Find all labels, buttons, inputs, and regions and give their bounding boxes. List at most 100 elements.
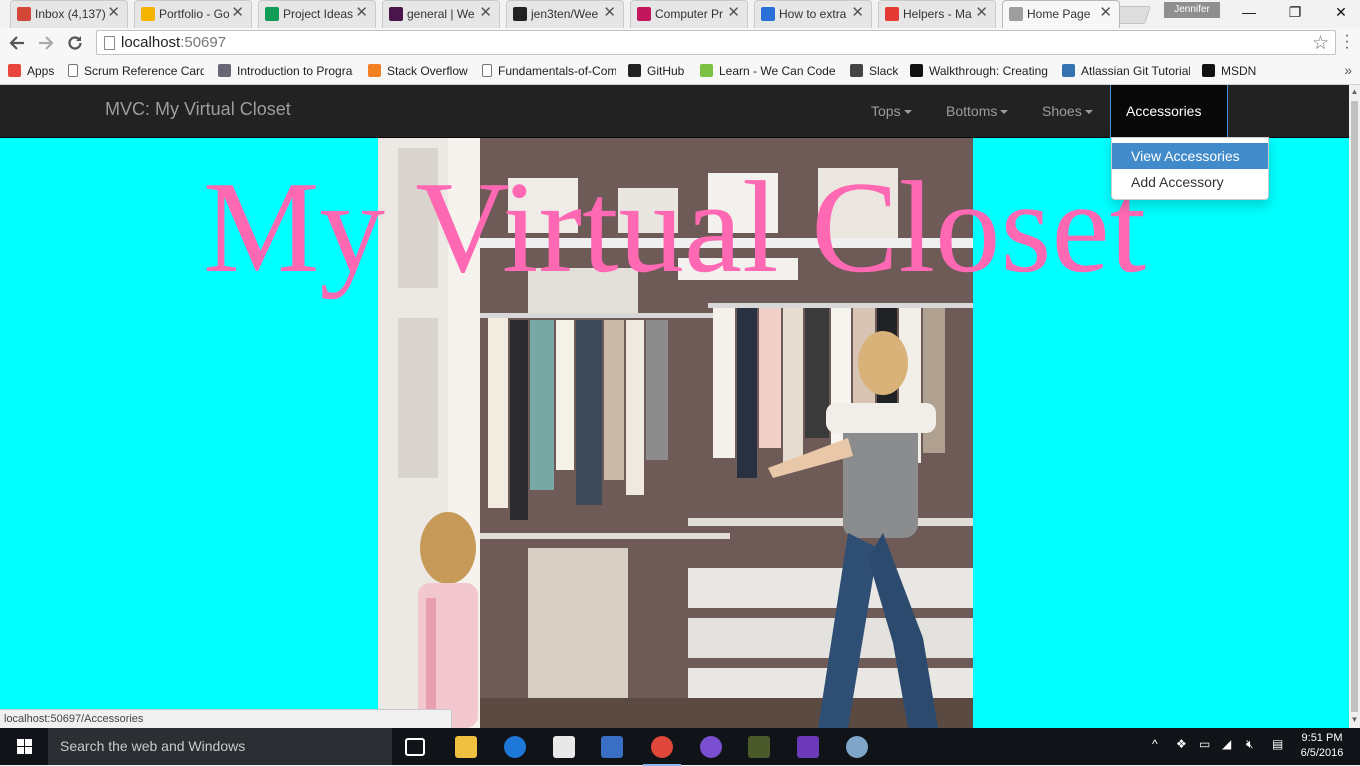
tab-close-icon[interactable]: ✕ (107, 5, 120, 21)
nav-accessories-dropdown[interactable]: Accessories (1110, 85, 1228, 167)
add-accessory-link[interactable]: Add Accessory (1112, 169, 1268, 195)
visual-studio-tools-icon[interactable] (748, 736, 770, 758)
tab-title: How to extra (779, 7, 847, 21)
network-icon[interactable]: ◢ (1222, 737, 1231, 751)
bookmark-label: Learn - We Can Code (719, 64, 836, 78)
remote-desktop-icon[interactable] (601, 736, 623, 758)
browser-tab[interactable]: general | We ✕ (382, 0, 500, 28)
tab-close-icon[interactable]: ✕ (231, 5, 244, 21)
back-arrow-icon (9, 36, 24, 50)
view-accessories-link[interactable]: View Accessories (1112, 143, 1268, 169)
paint-icon[interactable] (846, 736, 868, 758)
nav-label: Bottoms (946, 103, 998, 119)
nav-tops-dropdown[interactable]: Tops (871, 85, 912, 137)
tab-favicon-icon (513, 7, 527, 21)
volume-muted-icon[interactable]: 🔇︎ (1246, 737, 1254, 752)
address-bar[interactable]: localhost:50697 ☆ (96, 30, 1336, 55)
tab-close-icon[interactable]: ✕ (479, 5, 492, 21)
forward-button[interactable] (34, 31, 58, 55)
browser-tab[interactable]: Home Page ✕ (1002, 0, 1120, 28)
tab-favicon-icon (141, 7, 155, 21)
clock-time: 9:51 PM (1301, 732, 1343, 744)
nav-shoes-dropdown[interactable]: Shoes (1042, 85, 1093, 137)
tab-close-icon[interactable]: ✕ (727, 5, 740, 21)
bookmark-label: Atlassian Git Tutorial (1081, 64, 1190, 78)
taskbar-clock[interactable]: 9:51 PM 6/5/2016 (1294, 731, 1350, 761)
scrollbar-thumb[interactable] (1351, 101, 1358, 712)
bookmark-item[interactable]: GitHub (628, 63, 690, 79)
browser-tab[interactable]: Computer Pr ✕ (630, 0, 748, 28)
stackoverflow-icon (368, 64, 381, 77)
store-icon[interactable] (553, 736, 575, 758)
bookmark-item[interactable]: Fundamentals-of-Com (482, 63, 616, 79)
page-icon (482, 64, 492, 77)
caret-down-icon (1084, 110, 1093, 115)
profile-button[interactable]: Jennifer (1164, 2, 1220, 18)
tab-close-icon[interactable]: ✕ (975, 5, 988, 21)
reload-button[interactable] (63, 31, 87, 55)
site-brand-link[interactable]: MVC: My Virtual Closet (105, 99, 291, 120)
browser-toolbar: localhost:50697 ☆ · · · (0, 28, 1360, 58)
task-view-icon[interactable] (405, 738, 425, 756)
tab-close-icon[interactable]: ✕ (851, 5, 864, 21)
bookmark-item[interactable]: Stack Overflow (368, 63, 468, 79)
bookmark-star-icon[interactable]: ☆ (1312, 32, 1329, 55)
slack-icon (850, 64, 863, 77)
tab-close-icon[interactable]: ✕ (355, 5, 368, 21)
bookmarks-overflow-button[interactable]: » (1344, 62, 1352, 78)
bookmark-item[interactable]: Walkthrough: Creating (910, 63, 1050, 79)
wecancode-icon (700, 64, 713, 77)
bookmark-label: Slack (869, 64, 898, 78)
vertical-scrollbar[interactable]: ▲ ▼ (1349, 85, 1360, 728)
browser-tab[interactable]: Inbox (4,137) ✕ (10, 0, 128, 28)
tab-title: jen3ten/Wee (531, 7, 599, 21)
tab-title: Inbox (4,137) (35, 7, 105, 21)
browser-tab[interactable]: Helpers - Ma ✕ (878, 0, 996, 28)
bookmark-label: Stack Overflow (387, 64, 468, 78)
tab-favicon-icon (761, 7, 775, 21)
bookmark-item[interactable]: Scrum Reference Card (68, 63, 204, 79)
bookmark-item[interactable]: MSDN (1202, 63, 1256, 79)
back-button[interactable] (5, 31, 29, 55)
bookmark-item[interactable]: Slack (850, 63, 898, 79)
url-text[interactable]: localhost:50697 (121, 34, 226, 51)
nav-bottoms-dropdown[interactable]: Bottoms (946, 85, 1009, 137)
browser-menu-icon[interactable]: · · · (1340, 28, 1354, 56)
page-icon (104, 36, 115, 50)
page-viewport: My Virtual Closet MVC: My Virtual Closet… (0, 85, 1360, 728)
bookmark-label: GitHub (647, 64, 685, 78)
browser-tab[interactable]: How to extra ✕ (754, 0, 872, 28)
taskbar-search-input[interactable]: Search the web and Windows (48, 728, 392, 765)
minimize-button[interactable]: — (1226, 0, 1272, 26)
edge-browser-icon[interactable] (504, 736, 526, 758)
show-hidden-icons-icon[interactable]: ^ (1152, 737, 1158, 751)
atlassian-icon (1062, 64, 1075, 77)
tab-title: Portfolio - Go (159, 7, 229, 21)
visual-studio-icon[interactable] (797, 736, 819, 758)
close-window-button[interactable]: ✕ (1318, 0, 1360, 26)
action-center-icon[interactable]: ▤ (1272, 737, 1283, 751)
bookmark-item[interactable]: Introduction to Progra (218, 63, 356, 79)
bookmark-item[interactable]: Apps (8, 63, 58, 79)
scroll-down-arrow-icon[interactable]: ▼ (1350, 715, 1359, 724)
chrome-icon[interactable] (643, 736, 681, 766)
battery-icon[interactable]: ▭ (1199, 737, 1210, 751)
bookmark-item[interactable]: Atlassian Git Tutorial (1062, 63, 1190, 79)
bookmarks-bar: Apps Scrum Reference Card Introduction to … (0, 58, 1360, 85)
browser-tab[interactable]: Portfolio - Go ✕ (134, 0, 252, 28)
site-navbar: MVC: My Virtual Closet Tops Bottoms Shoes A… (0, 85, 1349, 167)
bookmark-item[interactable]: Learn - We Can Code (700, 63, 836, 79)
link-status-bubble: localhost:50697/Accessories (0, 709, 452, 728)
file-explorer-icon[interactable] (455, 736, 477, 758)
tab-close-icon[interactable]: ✕ (1099, 5, 1112, 21)
github-desktop-icon[interactable] (700, 736, 722, 758)
maximize-button[interactable]: ❐ (1272, 0, 1318, 26)
tab-close-icon[interactable]: ✕ (603, 5, 616, 21)
browser-tab[interactable]: Project Ideas ✕ (258, 0, 376, 28)
tab-title: Helpers - Ma (903, 7, 972, 21)
dropbox-icon[interactable]: ❖ (1176, 737, 1187, 751)
caret-down-icon (1000, 110, 1009, 115)
scroll-up-arrow-icon[interactable]: ▲ (1350, 87, 1359, 96)
start-button[interactable] (0, 728, 48, 765)
browser-tab[interactable]: jen3ten/Wee ✕ (506, 0, 624, 28)
